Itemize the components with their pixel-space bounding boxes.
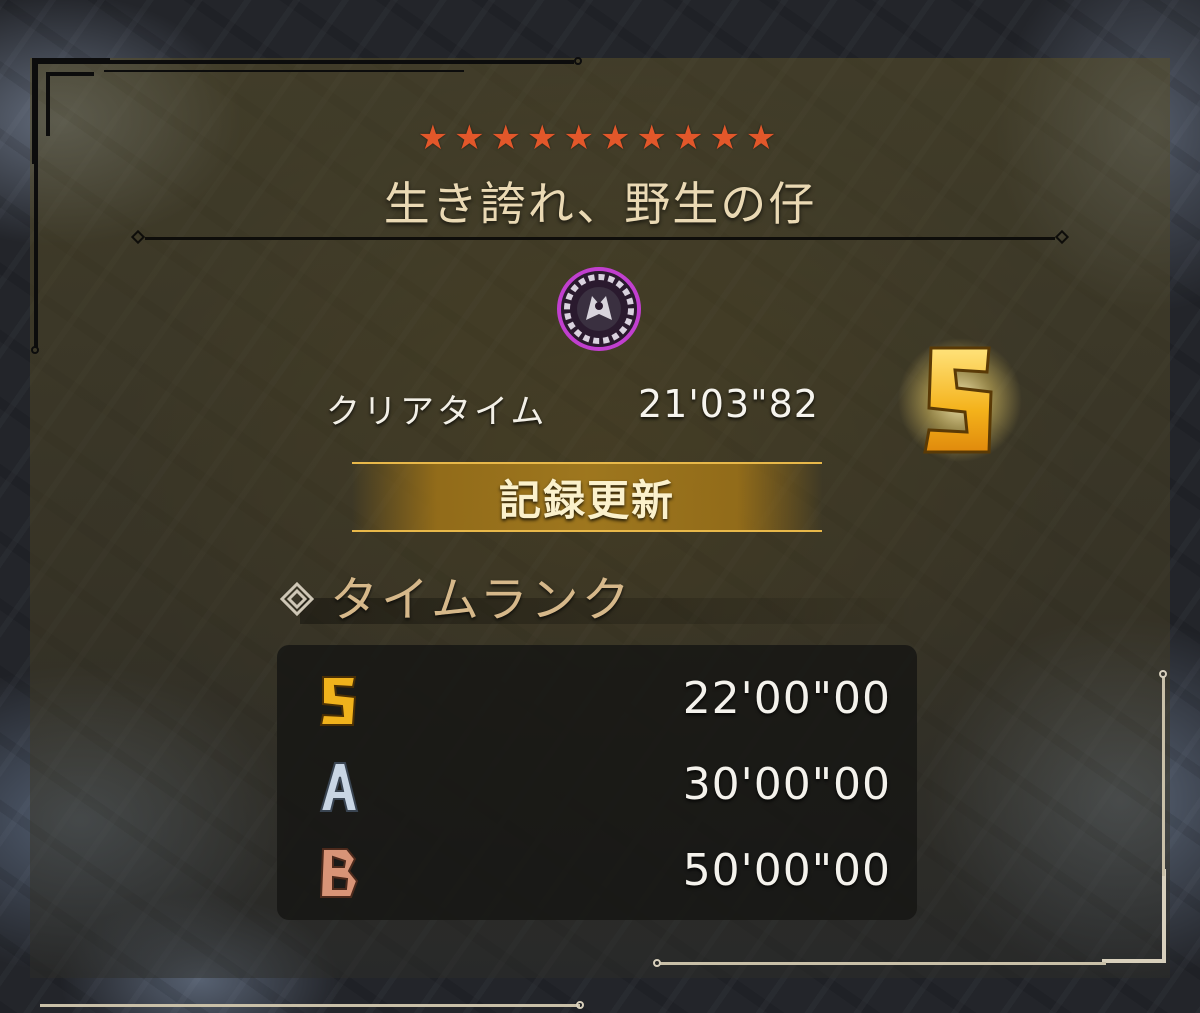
rank-b-time: 50'00"00 (682, 845, 891, 896)
quest-title: 生き誇れ、野生の仔 (383, 177, 817, 231)
rank-a-time: 30'00"00 (682, 759, 891, 810)
frame-dot-left (31, 346, 39, 354)
frame-dot-top (574, 57, 582, 65)
frame-bottom-line (660, 962, 1106, 965)
time-rank-row-s: 22'00"00 (277, 659, 917, 739)
rank-s-badge-icon (898, 338, 1022, 462)
frame-dot-right (1159, 670, 1167, 678)
difficulty-stars: ★★★★★★★★★★ (417, 118, 783, 158)
record-update-banner: 記録更新 (352, 462, 822, 532)
clear-time-label: クリアタイム (326, 392, 548, 432)
time-rank-heading: タイムランク (330, 572, 633, 628)
clear-time-value: 21'03"82 (638, 382, 819, 426)
time-rank-row-a: 30'00"00 (277, 745, 917, 825)
frame-top-line-inner (104, 70, 464, 72)
time-rank-table: 22'00"00 30'00"00 50'00"00 (277, 645, 917, 920)
frame-dot-bottom-left (576, 1001, 584, 1009)
frame-corner-bottom-right (1102, 869, 1166, 963)
frame-top-line (104, 60, 574, 64)
rank-b-icon (319, 848, 359, 898)
rank-a-icon (319, 762, 359, 812)
time-rank-row-b: 50'00"00 (277, 831, 917, 911)
frame-dot-bottom-mid (653, 959, 661, 967)
frame-right-line (1162, 676, 1165, 876)
record-update-label: 記録更新 (498, 475, 675, 525)
title-divider (145, 237, 1055, 240)
monster-crest-icon (557, 267, 641, 351)
frame-bottom-line-outer (40, 1004, 580, 1007)
rank-s-time: 22'00"00 (682, 673, 891, 724)
rank-s-icon (319, 676, 357, 726)
section-knot-icon (279, 581, 315, 617)
